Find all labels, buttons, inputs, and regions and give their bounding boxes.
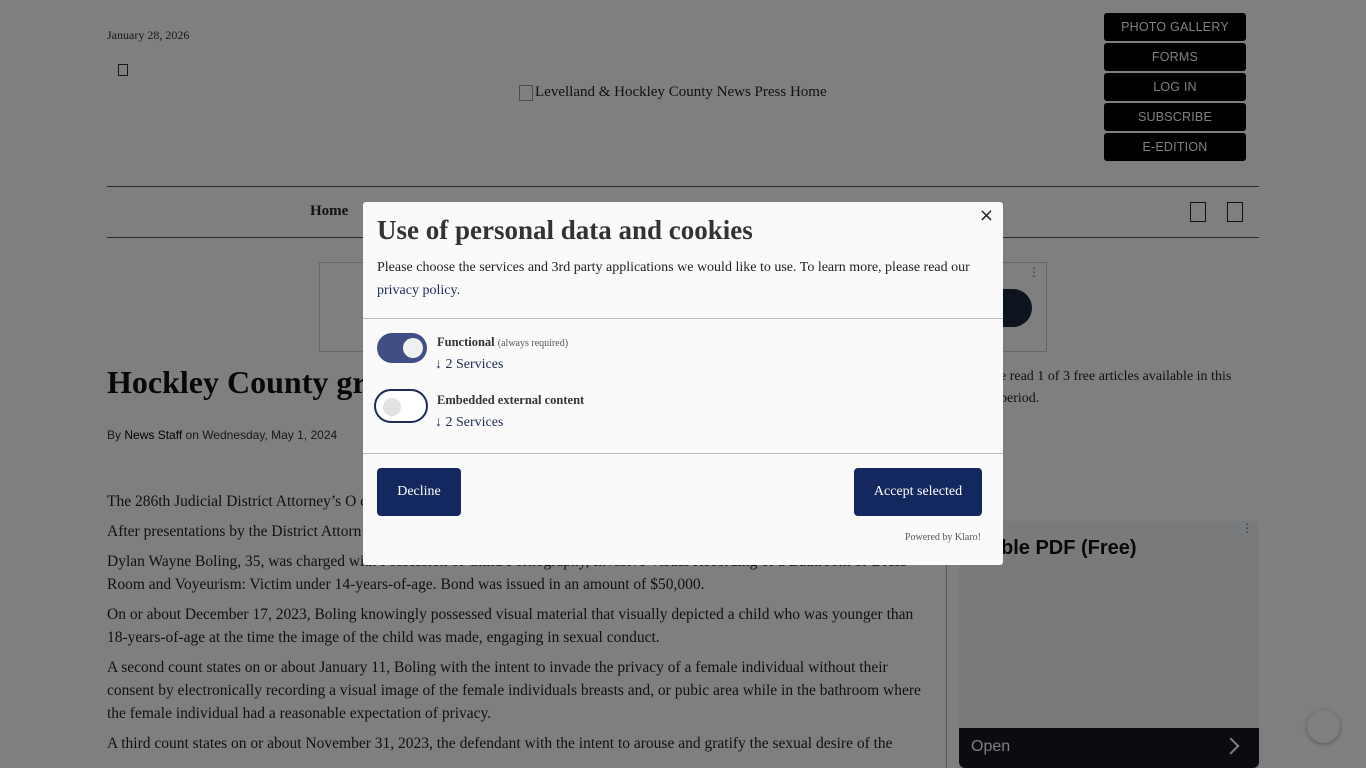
service-name: Functional [437, 335, 495, 349]
toggle-knob [403, 338, 423, 358]
description-period: . [456, 283, 461, 298]
service-note: (always required) [497, 338, 569, 349]
service-label: Embedded external content [437, 393, 584, 408]
modal-description: Please choose the services and 3rd party… [377, 256, 987, 302]
cookie-consent-modal: × Use of personal data and cookies Pleas… [363, 202, 1003, 565]
services-expand-link[interactable]: ↓ 2 Services [435, 357, 503, 373]
functional-toggle[interactable] [377, 333, 427, 363]
powered-by-klaro-link[interactable]: Powered by Klaro! [905, 532, 981, 543]
accept-selected-button[interactable]: Accept selected [854, 468, 982, 516]
modal-rule-bottom [363, 453, 1003, 454]
privacy-policy-link[interactable]: privacy policy [377, 283, 457, 298]
embedded-content-toggle[interactable] [374, 389, 428, 423]
close-icon[interactable]: × [979, 205, 994, 226]
toggle-knob [383, 398, 401, 416]
service-name: Embedded external content [437, 393, 585, 407]
description-text: Please choose the services and 3rd party… [377, 260, 970, 275]
modal-rule-top [363, 318, 1003, 319]
modal-title: Use of personal data and cookies [377, 215, 753, 245]
decline-button[interactable]: Decline [377, 468, 461, 516]
service-label: Functional (always required) [437, 335, 568, 350]
services-expand-link[interactable]: ↓ 2 Services [435, 415, 503, 431]
